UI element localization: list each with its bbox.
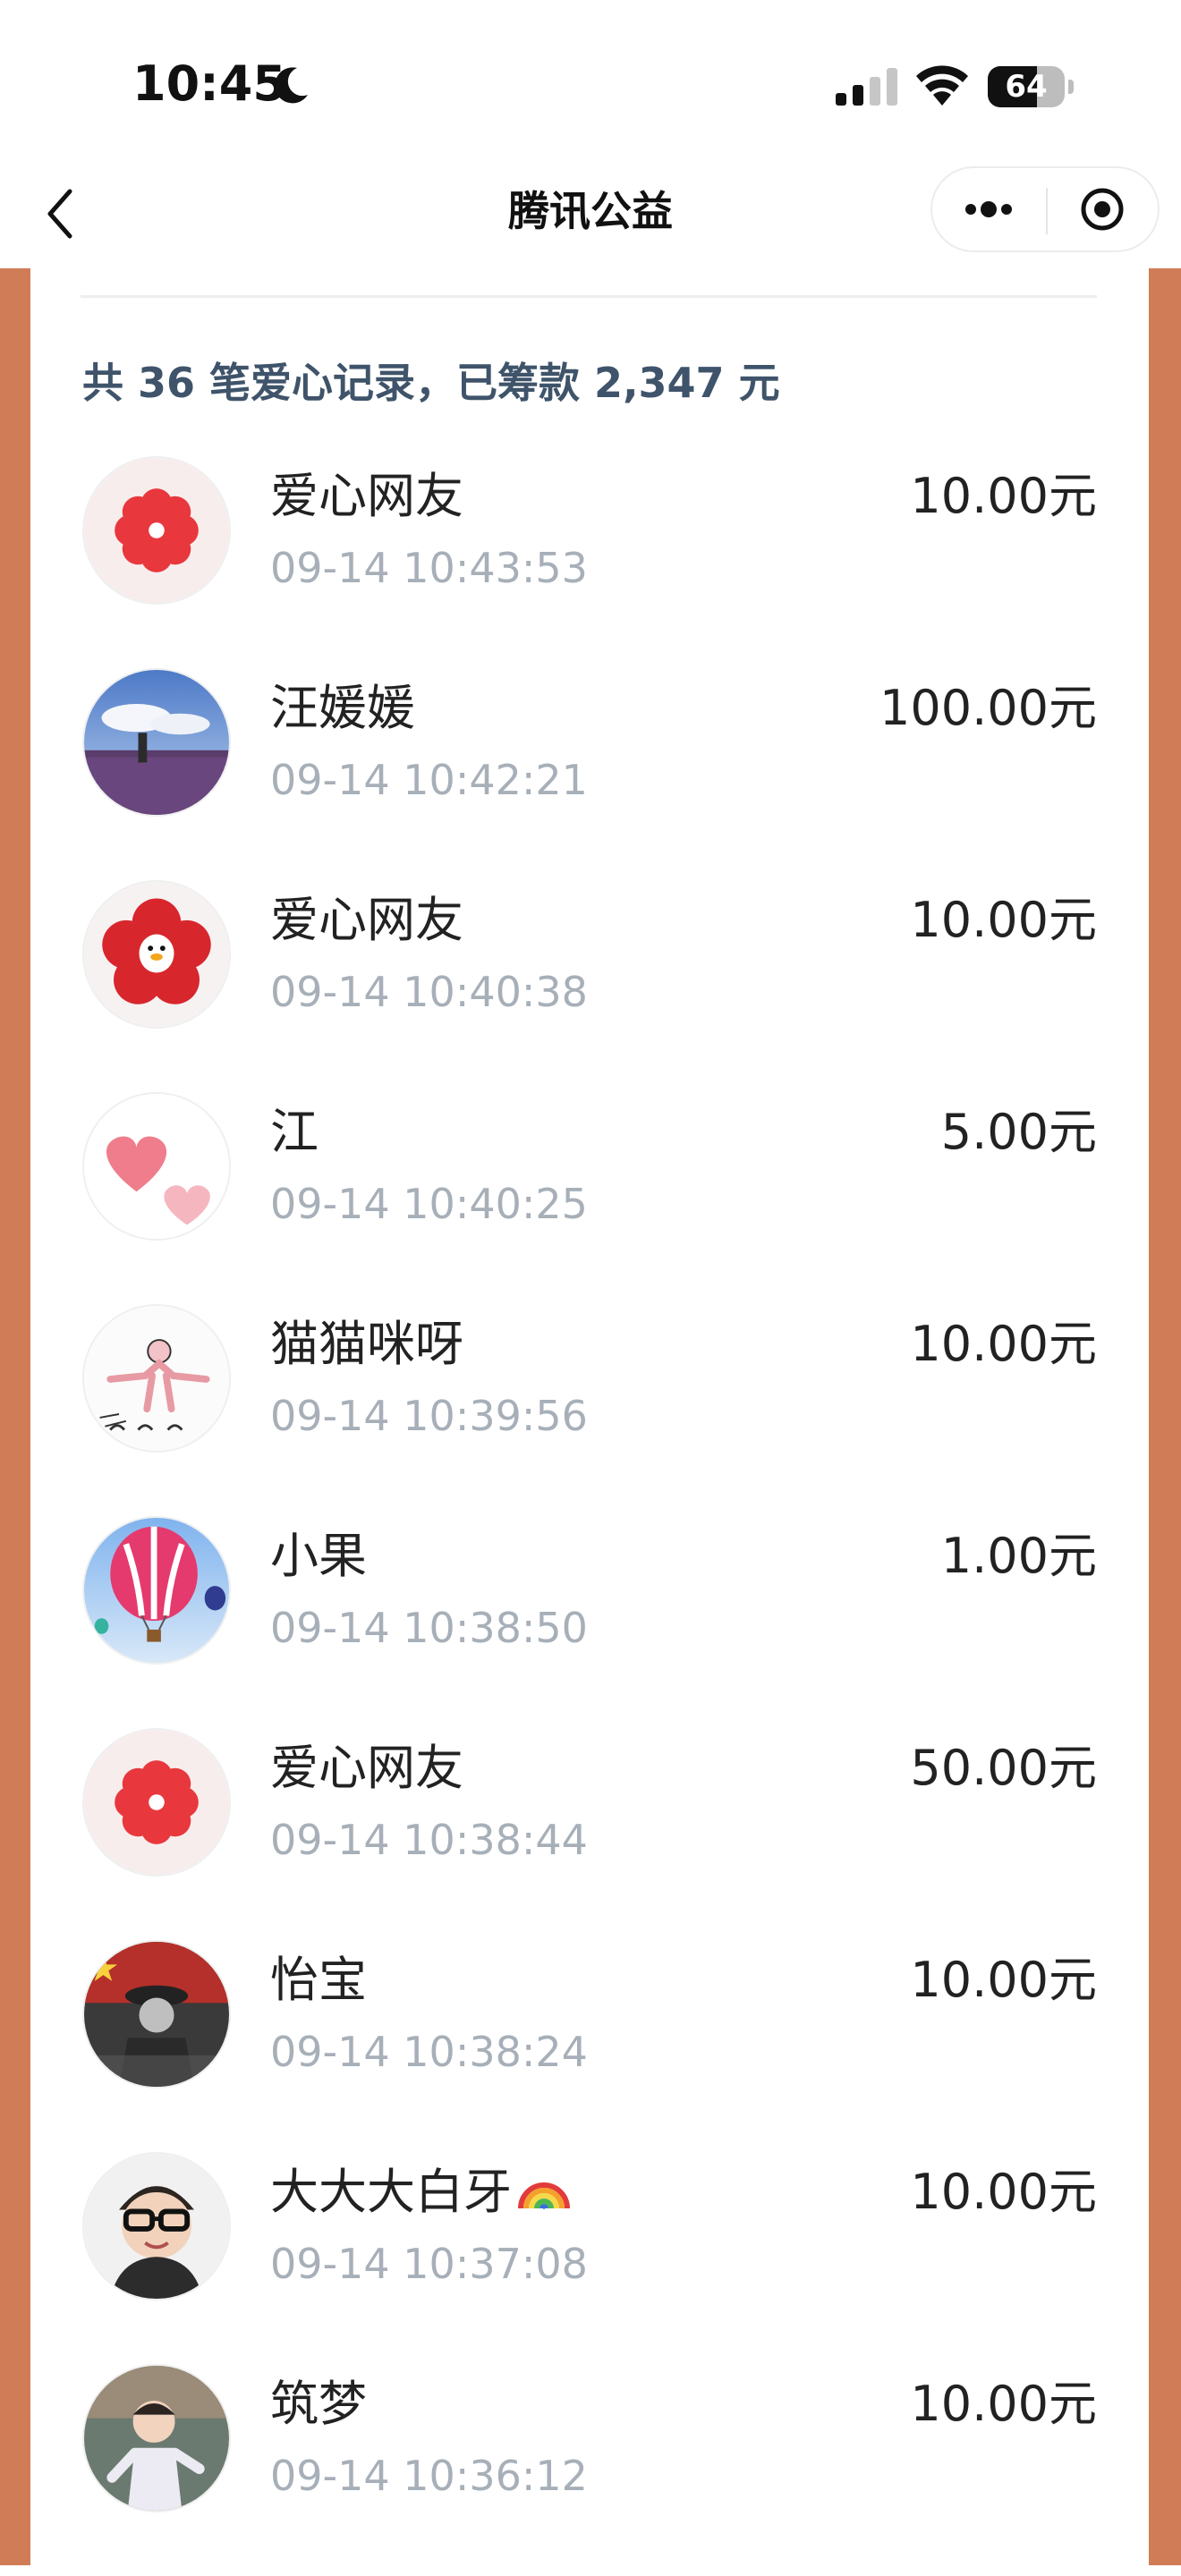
donation-time: 09-14 10:40:38 bbox=[270, 968, 588, 1016]
donation-amount: 50.00元 bbox=[910, 1740, 1097, 1796]
donor-name: 怡宝 bbox=[270, 1952, 367, 2008]
donation-row[interactable]: 怡宝 09-14 10:38:24 10.00元 bbox=[30, 1940, 1149, 2152]
battery-indicator: 64 bbox=[988, 66, 1074, 107]
donation-row[interactable]: 筑梦 09-14 10:36:12 10.00元 bbox=[30, 2364, 1149, 2576]
donation-amount: 10.00元 bbox=[910, 2164, 1097, 2220]
donation-time: 09-14 10:40:25 bbox=[270, 1180, 588, 1228]
soldier-photo bbox=[82, 1940, 231, 2089]
divider bbox=[81, 295, 1097, 298]
donor-name: 猫猫咪呀 bbox=[270, 1316, 463, 1372]
donation-amount: 1.00元 bbox=[940, 1528, 1097, 1584]
donation-row[interactable]: 爱心网友 09-14 10:38:44 50.00元 bbox=[30, 1728, 1149, 1940]
rainbow-icon bbox=[518, 2182, 570, 2210]
donation-time: 09-14 10:38:44 bbox=[270, 1816, 588, 1864]
donation-amount: 10.00元 bbox=[910, 1952, 1097, 2008]
wifi-icon bbox=[916, 65, 968, 106]
status-time: 10:45 bbox=[132, 55, 286, 112]
pink-hearts-icon bbox=[82, 1092, 231, 1241]
donor-name: 筑梦 bbox=[270, 2376, 367, 2432]
donor-name: 汪媛媛 bbox=[270, 680, 415, 736]
donation-time: 09-14 10:38:24 bbox=[270, 2028, 588, 2076]
donor-name: 爱心网友 bbox=[270, 1740, 463, 1796]
nav-bar: 腾讯公益 bbox=[0, 161, 1181, 268]
donation-summary: 共 36 笔爱心记录，已筹款 2,347 元 bbox=[82, 359, 780, 407]
mini-program-capsule bbox=[930, 166, 1160, 252]
ha-ha-ha-drawing bbox=[82, 1304, 231, 1453]
battery-level: 64 bbox=[1005, 69, 1048, 105]
donation-row[interactable]: 大大大白牙 09-14 10:37:08 10.00元 bbox=[30, 2152, 1149, 2364]
donor-name: 江 bbox=[270, 1104, 319, 1160]
donation-time: 09-14 10:36:12 bbox=[270, 2452, 588, 2500]
donor-name: 大大大白牙 bbox=[270, 2152, 573, 2223]
landscape-photo bbox=[82, 668, 231, 817]
status-bar: 10:45 64 bbox=[0, 0, 1181, 161]
donation-amount: 10.00元 bbox=[910, 1316, 1097, 1372]
donation-amount: 10.00元 bbox=[910, 892, 1097, 948]
donation-amount: 10.00元 bbox=[910, 468, 1097, 524]
donation-row[interactable]: 汪媛媛 09-14 10:42:21 100.00元 bbox=[30, 668, 1149, 880]
donation-row[interactable]: 爱心网友 09-14 10:43:53 10.00元 bbox=[30, 456, 1149, 668]
donation-row[interactable]: 江 09-14 10:40:25 5.00元 bbox=[30, 1092, 1149, 1304]
close-target-icon[interactable] bbox=[1049, 168, 1160, 250]
donation-amount: 100.00元 bbox=[879, 680, 1097, 736]
donor-name: 小果 bbox=[270, 1528, 367, 1584]
donor-name: 爱心网友 bbox=[270, 468, 463, 524]
donation-time: 09-14 10:38:50 bbox=[270, 1604, 588, 1652]
moon-icon bbox=[275, 67, 308, 104]
donor-name: 爱心网友 bbox=[270, 892, 463, 948]
donation-row[interactable]: 小果 09-14 10:38:50 1.00元 bbox=[30, 1516, 1149, 1728]
red-flower-icon bbox=[82, 1728, 231, 1877]
donation-time: 09-14 10:43:53 bbox=[270, 544, 588, 592]
donation-time: 09-14 10:42:21 bbox=[270, 756, 588, 804]
donation-row[interactable]: 猫猫咪呀 09-14 10:39:56 10.00元 bbox=[30, 1304, 1149, 1516]
penguin-flower-icon bbox=[82, 880, 231, 1029]
signal-icon bbox=[836, 68, 897, 106]
toddler-photo bbox=[82, 2364, 231, 2512]
hot-air-balloon-icon bbox=[82, 1516, 231, 1665]
donation-time: 09-14 10:37:08 bbox=[270, 2240, 588, 2288]
donation-amount: 5.00元 bbox=[940, 1104, 1097, 1160]
donation-amount: 10.00元 bbox=[910, 2376, 1097, 2432]
donation-record-card: 共 36 笔爱心记录，已筹款 2,347 元 爱心网友 09-14 10:43:… bbox=[30, 268, 1149, 2565]
donation-time: 09-14 10:39:56 bbox=[270, 1392, 588, 1440]
more-options-icon[interactable] bbox=[932, 168, 1045, 250]
red-flower-icon bbox=[82, 456, 231, 605]
child-glasses-photo bbox=[82, 2152, 231, 2301]
donation-row[interactable]: 爱心网友 09-14 10:40:38 10.00元 bbox=[30, 880, 1149, 1092]
